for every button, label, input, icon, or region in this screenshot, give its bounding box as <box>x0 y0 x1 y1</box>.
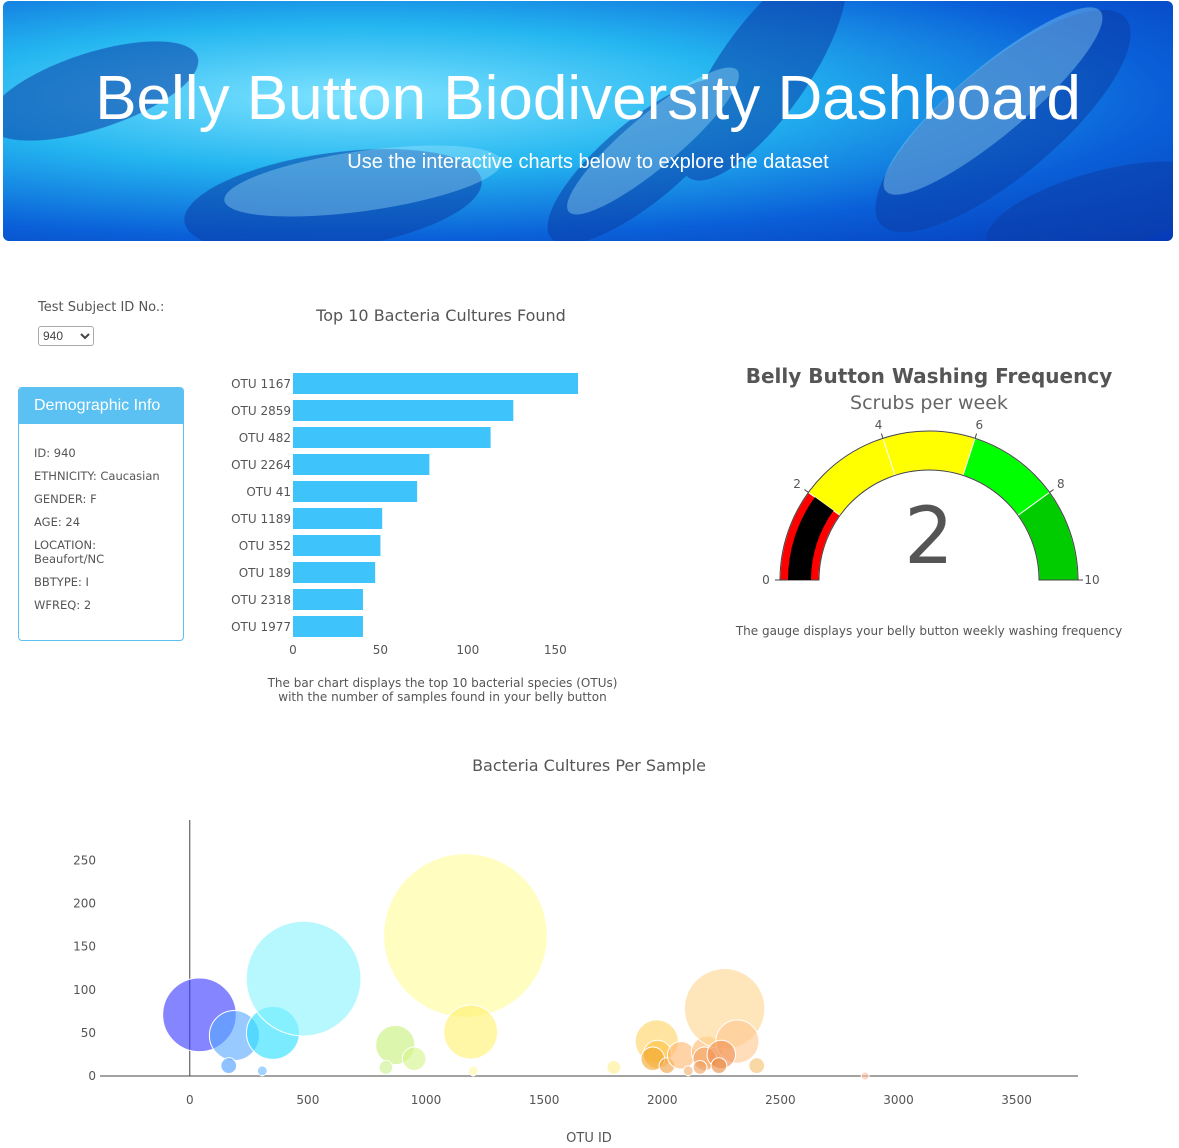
bubble-x-axis-label: OTU ID <box>566 1131 612 1146</box>
demographic-panel-title: Demographic Info <box>19 388 183 424</box>
gauge-caption: The gauge displays your belly button wee… <box>735 624 1123 638</box>
bar-tick-label: OTU 1167 <box>231 377 291 391</box>
bubble-y-tick-label: 100 <box>73 983 96 997</box>
gauge-subtitle: Scrubs per week <box>850 392 1008 414</box>
bubble-x-tick-label: 0 <box>186 1093 194 1107</box>
bar-tick-label: OTU 2264 <box>231 458 291 472</box>
bar-otu-2264 <box>293 454 430 475</box>
gauge-tick <box>804 489 809 493</box>
gauge-tick-label: 10 <box>1084 573 1099 587</box>
bar-tick-label: OTU 482 <box>239 431 291 445</box>
bar-otu-1167 <box>293 373 579 394</box>
bar-otu-482 <box>293 427 491 448</box>
bubble-x-tick-label: 3000 <box>883 1093 914 1107</box>
bar-chart-title: Top 10 Bacteria Cultures Found <box>315 306 566 325</box>
demo-age: AGE: 24 <box>34 515 81 529</box>
subject-id-select[interactable]: 940 <box>38 326 94 346</box>
gauge-tick-label: 4 <box>875 418 883 432</box>
bar-tick-label: OTU 2318 <box>231 593 291 607</box>
bubble-chart-title: Bacteria Cultures Per Sample <box>472 756 706 775</box>
page-title: Belly Button Biodiversity Dashboard <box>95 64 1081 133</box>
bar-otu-2318 <box>293 589 363 610</box>
gauge-tick-label: 0 <box>762 573 770 587</box>
gauge-value: 2 <box>904 492 954 582</box>
gauge-tick-label: 2 <box>793 477 801 491</box>
bubble-point <box>256 1065 268 1077</box>
bar-tick-label: OTU 41 <box>246 485 291 499</box>
bubble-y-tick-label: 150 <box>73 940 96 954</box>
bar-otu-352 <box>293 535 381 556</box>
bar-otu-189 <box>293 562 376 583</box>
bar-x-tick-label: 0 <box>289 643 297 657</box>
bubble-point <box>401 1046 427 1072</box>
bubble-point <box>682 1065 694 1077</box>
bubble-x-tick-label: 1000 <box>411 1093 442 1107</box>
demo-id: ID: 940 <box>34 446 76 460</box>
demographic-panel: Demographic Info ID: 940 ETHNICITY: Cauc… <box>18 387 184 641</box>
gauge-tick-label: 6 <box>976 418 984 432</box>
bar-tick-label: OTU 2859 <box>231 404 291 418</box>
bar-tick-label: OTU 189 <box>239 566 291 580</box>
bubble-point <box>467 1065 479 1077</box>
bubble-x-tick-label: 3500 <box>1001 1093 1032 1107</box>
bar-caption-line-1: The bar chart displays the top 10 bacter… <box>267 676 618 690</box>
gauge-title: Belly Button Washing Frequency <box>746 364 1112 388</box>
bar-x-tick-label: 50 <box>373 643 388 657</box>
bar-x-tick-label: 100 <box>456 643 479 657</box>
bar-otu-1189 <box>293 508 383 529</box>
top10-bar-chart: Top 10 Bacteria Cultures Found OTU 1167 OT… <box>231 306 579 657</box>
bubble-point <box>443 1004 499 1060</box>
bacteria-bubble-chart: Bacteria Cultures Per Sample0 500 1000 1500… <box>73 756 1078 1146</box>
bar-otu-1977 <box>293 616 363 637</box>
bubble-point <box>666 1041 696 1070</box>
bar-x-tick-label: 150 <box>544 643 567 657</box>
demo-bbtype: BBTYPE: I <box>34 575 89 589</box>
bubble-point <box>692 1059 708 1075</box>
header-banner: Belly Button Biodiversity Dashboard Use … <box>3 1 1173 241</box>
subject-id-label: Test Subject ID No.: <box>38 300 165 315</box>
bubble-point <box>220 1057 238 1075</box>
bar-tick-label: OTU 1977 <box>231 620 291 634</box>
bar-caption-line-2: with the number of samples found in your… <box>278 690 607 704</box>
bubble-point <box>860 1071 870 1081</box>
bar-otu-2859 <box>293 400 514 421</box>
bubble-point <box>383 853 548 1018</box>
page-subtitle: Use the interactive charts below to expl… <box>347 151 829 173</box>
bubble-x-tick-label: 2000 <box>647 1093 678 1107</box>
demographic-list: ID: 940 ETHNICITY: Caucasian GENDER: F A… <box>19 424 183 612</box>
bubble-x-tick-label: 2500 <box>765 1093 796 1107</box>
demo-location: LOCATION: Beaufort/NC <box>34 538 105 566</box>
gauge-tick <box>974 433 978 439</box>
demo-gender: GENDER: F <box>34 492 97 506</box>
gauge-tick <box>880 433 884 439</box>
bubble-x-tick-label: 500 <box>296 1093 319 1107</box>
bubble-point <box>710 1057 728 1075</box>
bubble-y-tick-label: 200 <box>73 897 96 911</box>
demo-ethnicity: ETHNICITY: Caucasian <box>34 469 160 483</box>
bubble-y-tick-label: 0 <box>88 1069 96 1083</box>
bubble-point <box>378 1059 394 1075</box>
bubble-point <box>748 1057 766 1075</box>
demo-wfreq: WFREQ: 2 <box>34 598 92 612</box>
gauge-tick-label: 8 <box>1057 477 1065 491</box>
bubble-y-tick-label: 50 <box>81 1026 96 1040</box>
bubble-point <box>606 1059 622 1075</box>
bar-tick-label: OTU 1189 <box>231 512 291 526</box>
bar-tick-label: OTU 352 <box>239 539 291 553</box>
bar-chart-caption: The bar chart displays the top 10 bacter… <box>230 676 655 704</box>
bar-otu-41 <box>293 481 418 502</box>
bubble-y-tick-label: 250 <box>73 854 96 868</box>
bubble-x-tick-label: 1500 <box>529 1093 560 1107</box>
gauge-band-2 <box>882 430 976 477</box>
bubble-point <box>245 920 362 1037</box>
gauge-tick <box>1049 489 1054 493</box>
wash-frequency-gauge: Belly Button Washing Frequency Scrubs per… <box>746 364 1112 587</box>
